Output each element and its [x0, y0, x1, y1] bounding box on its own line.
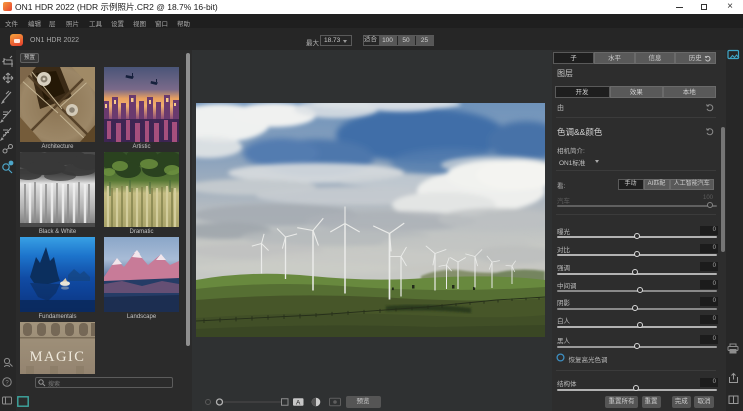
svg-text:A: A — [296, 399, 301, 406]
svg-text:MAGIC: MAGIC — [30, 349, 86, 365]
